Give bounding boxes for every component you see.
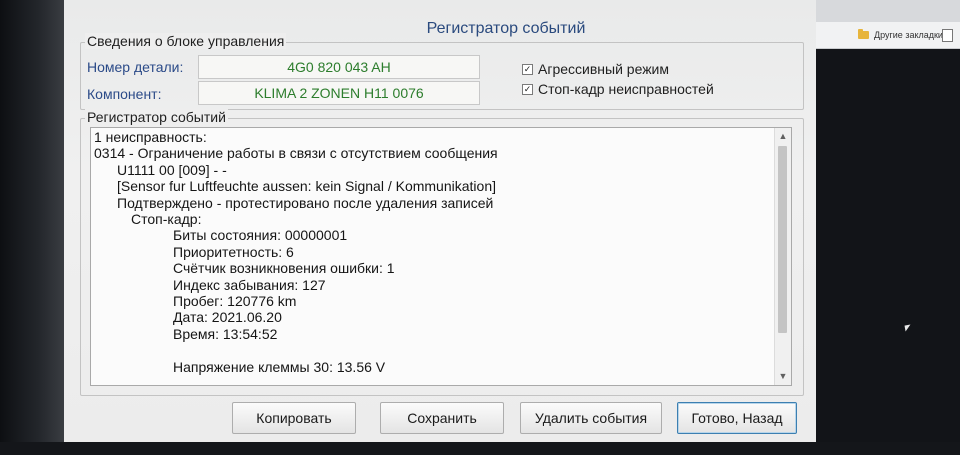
part-number-label: Номер детали: <box>87 59 184 75</box>
event-log-line: Индекс забывания: 127 <box>173 276 326 293</box>
copy-button[interactable]: Копировать <box>232 402 356 434</box>
event-log-text: 1 неисправность: 0314 - Ограничение работ… <box>91 128 775 385</box>
event-log-line: Дата: 2021.06.20 <box>173 309 282 326</box>
monitor-bezel <box>0 0 64 455</box>
aggressive-mode-label: Агрессивный режим <box>538 61 670 77</box>
aggressive-mode-checkbox[interactable]: ✓ <box>522 63 533 75</box>
freeze-frame-option[interactable]: ✓ Стоп-кадр неисправностей <box>522 81 714 97</box>
scroll-thumb[interactable] <box>778 146 787 333</box>
event-log-line: [Sensor fur Luftfeuchte aussen: kein Sig… <box>117 178 496 195</box>
control-unit-legend: Сведения о блоке управления <box>85 33 287 49</box>
event-log-line: Приоритетность: 6 <box>173 243 294 260</box>
folder-icon <box>858 29 869 39</box>
event-log-legend: Регистратор событий <box>85 109 228 125</box>
save-button[interactable]: Сохранить <box>380 402 504 434</box>
delete-events-button[interactable]: Удалить события <box>520 402 662 434</box>
background-browser-window: Другие закладки <box>808 0 960 455</box>
event-log-dialog: Регистратор событий Сведения о блоке упр… <box>64 0 816 442</box>
event-log-line: Счётчик возникновения ошибки: 1 <box>173 260 395 277</box>
monitor-bottom-bezel <box>0 442 960 455</box>
bookmarks-bar: Другие закладки <box>808 22 960 49</box>
event-log-line: Напряжение клеммы 30: 13.56 V <box>173 358 386 375</box>
event-log-line: 1 неисправность: <box>94 129 207 145</box>
page-icon[interactable] <box>942 29 953 42</box>
scroll-up-icon[interactable]: ▲ <box>775 129 791 143</box>
freeze-frame-checkbox[interactable]: ✓ <box>522 83 533 95</box>
dialog-title-text: Регистратор событий <box>426 20 586 37</box>
event-log-line: Подтверждено - протестировано после удал… <box>117 194 494 211</box>
component-value: KLIMA 2 ZONEN H11 0076 <box>198 81 480 105</box>
event-log-scrollbar[interactable]: ▲ ▼ <box>774 128 791 385</box>
done-back-button[interactable]: Готово, Назад <box>677 402 797 434</box>
event-log-line: Время: 13:54:52 <box>173 325 278 342</box>
aggressive-mode-option[interactable]: ✓ Агрессивный режим <box>522 61 669 77</box>
scroll-down-icon[interactable]: ▼ <box>775 369 791 383</box>
bookmark-folder-label: Другие закладки <box>874 30 943 40</box>
bookmark-folder-other[interactable]: Другие закладки <box>858 28 943 42</box>
browser-tab-strip <box>808 0 960 22</box>
event-log-line: U1111 00 [009] - - <box>117 161 227 178</box>
event-log-line: 0314 - Ограничение работы в связи с отсу… <box>94 145 498 162</box>
event-log-line: Пробег: 120776 km <box>173 293 297 309</box>
event-log-textbox[interactable]: 1 неисправность: 0314 - Ограничение работ… <box>90 127 792 386</box>
event-log-line: Биты состояния: 00000001 <box>173 227 348 244</box>
event-log-line: Стоп-кадр: <box>131 211 202 227</box>
mouse-pointer-icon <box>904 324 912 332</box>
part-number-value: 4G0 820 043 AH <box>198 55 480 79</box>
freeze-frame-label: Стоп-кадр неисправностей <box>538 81 714 97</box>
component-label: Компонент: <box>87 86 162 102</box>
